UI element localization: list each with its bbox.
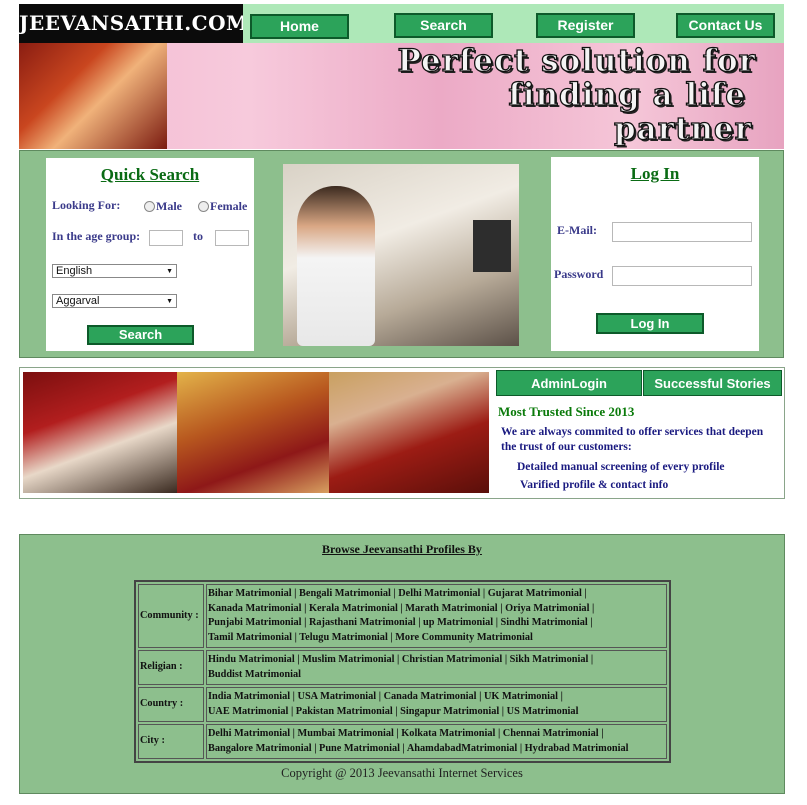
hero-banner: Perfect solution for finding a life part… bbox=[19, 43, 784, 149]
community-links-line2[interactable]: Kanada Matrimonial | Kerala Matrimonial … bbox=[208, 603, 594, 614]
age-to-input[interactable] bbox=[215, 230, 249, 246]
banner-line-2: finding a life bbox=[508, 76, 746, 113]
country-links-line1[interactable]: India Matrimonial | USA Matrimonial | Ca… bbox=[208, 691, 563, 702]
copyright-text: Copyright @ 2013 Jeevansathi Internet Se… bbox=[281, 766, 523, 780]
age-group-label: In the age group: bbox=[52, 229, 141, 243]
chevron-down-icon: ▼ bbox=[166, 298, 173, 305]
category-city: City : bbox=[138, 724, 204, 759]
religion-links-line1[interactable]: Hindu Matrimonial | Muslim Matrimonial |… bbox=[208, 654, 593, 665]
wedding-photo-2 bbox=[177, 372, 329, 493]
trusted-heading: Most Trusted Since 2013 bbox=[498, 404, 635, 419]
nav-search-button[interactable]: Search bbox=[394, 13, 493, 38]
religion-select-value: English bbox=[56, 265, 93, 277]
city-links-line2[interactable]: Bangalore Matrimonial | Pune Matrimonial… bbox=[208, 743, 629, 754]
trust-bullet-1: Detailed manual screening of every profi… bbox=[517, 461, 725, 473]
category-country: Country : bbox=[138, 687, 204, 722]
computer-monitor-figure bbox=[473, 220, 511, 272]
community-links-line4[interactable]: Tamil Matrimonial | Telugu Matrimonial |… bbox=[208, 632, 533, 643]
table-row: City : Delhi Matrimonial | Mumbai Matrim… bbox=[138, 724, 667, 759]
banner-line-3: partner bbox=[613, 110, 752, 147]
age-from-input[interactable] bbox=[149, 230, 183, 246]
site-logo[interactable]: JEEVANSATHI.COM bbox=[19, 4, 248, 43]
password-label: Password bbox=[554, 267, 604, 281]
category-religion: Religian : bbox=[138, 650, 204, 685]
office-photo bbox=[283, 164, 519, 346]
trust-text-line1: We are always commited to offer services… bbox=[501, 426, 764, 438]
age-to-label: to bbox=[193, 229, 203, 243]
search-login-panel: Quick Search Looking For: Male Female In… bbox=[19, 150, 784, 358]
browse-section: Browse Jeevansathi Profiles By Community… bbox=[19, 534, 785, 794]
email-field[interactable] bbox=[612, 222, 752, 242]
email-label: E-Mail: bbox=[557, 223, 597, 237]
browse-title: Browse Jeevansathi Profiles By bbox=[322, 542, 482, 556]
info-section: AdminLogin Successful Stories Most Trust… bbox=[19, 367, 785, 499]
wedding-photo-1 bbox=[23, 372, 177, 493]
nav-contact-button[interactable]: Contact Us bbox=[676, 13, 775, 38]
quick-search-button[interactable]: Search bbox=[87, 325, 194, 345]
country-links-line2[interactable]: UAE Matrimonial | Pakistan Matrimonial |… bbox=[208, 706, 578, 717]
city-links: Delhi Matrimonial | Mumbai Matrimonial |… bbox=[206, 724, 667, 759]
couple-photo bbox=[19, 43, 167, 149]
category-community: Community : bbox=[138, 584, 204, 648]
banner-line-1: Perfect solution for bbox=[397, 43, 756, 80]
caste-select-value: Aggarval bbox=[56, 295, 100, 307]
community-links-line3[interactable]: Punjabi Matrimonial | Rajasthani Matrimo… bbox=[208, 617, 593, 628]
religion-links-line2[interactable]: Buddist Matrimonial bbox=[208, 669, 301, 680]
wedding-photo-strip bbox=[23, 372, 489, 493]
table-row: Religian : Hindu Matrimonial | Muslim Ma… bbox=[138, 650, 667, 685]
top-nav: Home Search Register Contact Us bbox=[243, 4, 784, 43]
male-label: Male bbox=[156, 199, 182, 213]
trust-text-line2: the trust of our customers: bbox=[501, 441, 632, 453]
country-links: India Matrimonial | USA Matrimonial | Ca… bbox=[206, 687, 667, 722]
login-button[interactable]: Log In bbox=[596, 313, 704, 334]
password-field[interactable] bbox=[612, 266, 752, 286]
nav-home-button[interactable]: Home bbox=[250, 14, 349, 39]
admin-login-tab[interactable]: AdminLogin bbox=[496, 370, 642, 396]
city-links-line1[interactable]: Delhi Matrimonial | Mumbai Matrimonial |… bbox=[208, 728, 603, 739]
nav-register-button[interactable]: Register bbox=[536, 13, 635, 38]
male-radio[interactable] bbox=[144, 201, 155, 212]
table-row: Country : India Matrimonial | USA Matrim… bbox=[138, 687, 667, 722]
quick-search-box: Quick Search Looking For: Male Female In… bbox=[46, 158, 254, 351]
table-row: Community : Bihar Matrimonial | Bengali … bbox=[138, 584, 667, 648]
chevron-down-icon: ▼ bbox=[166, 268, 173, 275]
trust-bullet-2: Varified profile & contact info bbox=[520, 479, 669, 491]
wedding-photo-3 bbox=[329, 372, 489, 493]
community-links-line1[interactable]: Bihar Matrimonial | Bengali Matrimonial … bbox=[208, 588, 587, 599]
browse-table: Community : Bihar Matrimonial | Bengali … bbox=[134, 580, 671, 763]
female-label: Female bbox=[210, 199, 248, 213]
smiling-student-figure bbox=[297, 186, 375, 346]
successful-stories-tab[interactable]: Successful Stories bbox=[643, 370, 782, 396]
community-links: Bihar Matrimonial | Bengali Matrimonial … bbox=[206, 584, 667, 648]
looking-for-label: Looking For: bbox=[52, 198, 121, 212]
login-box: Log In E-Mail: Password Log In bbox=[551, 157, 759, 351]
female-radio[interactable] bbox=[198, 201, 209, 212]
religion-links: Hindu Matrimonial | Muslim Matrimonial |… bbox=[206, 650, 667, 685]
caste-select[interactable]: Aggarval ▼ bbox=[52, 294, 177, 308]
quick-search-title: Quick Search bbox=[100, 165, 200, 184]
login-title: Log In bbox=[630, 164, 680, 183]
religion-select[interactable]: English ▼ bbox=[52, 264, 177, 278]
